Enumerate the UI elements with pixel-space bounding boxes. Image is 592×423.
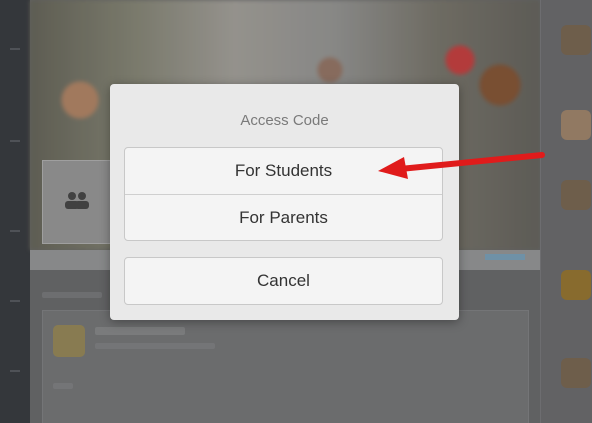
cancel-button[interactable]: Cancel	[124, 257, 443, 305]
for-parents-button[interactable]: For Parents	[125, 194, 442, 240]
dialog-title: Access Code	[240, 112, 329, 129]
access-code-dialog: Access Code For Students For Parents Can…	[110, 84, 459, 320]
red-arrow-annotation	[378, 152, 545, 179]
